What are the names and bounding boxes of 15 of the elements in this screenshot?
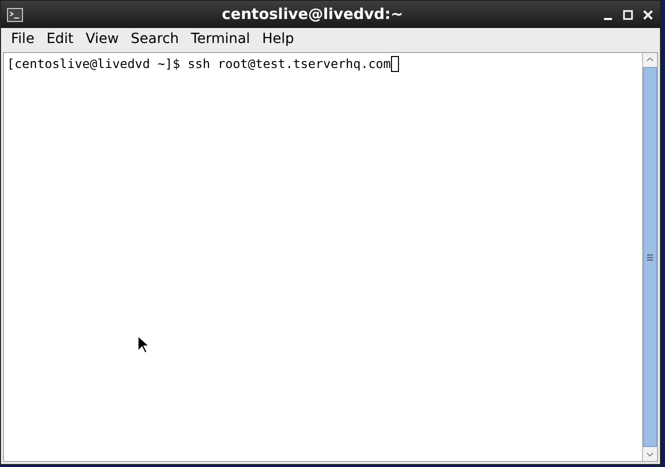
window-title: centoslive@livedvd:~ (220, 4, 404, 26)
command-line: [centoslive@livedvd ~]$ ssh root@test.tserverhq.com (7, 55, 391, 73)
text-cursor (390, 56, 399, 72)
grip-icon (647, 254, 653, 260)
menu-item[interactable]: View (80, 28, 125, 50)
menu-item[interactable]: Help (256, 28, 300, 50)
close-icon[interactable] (642, 8, 654, 20)
terminal-icon (7, 8, 23, 22)
maximize-icon[interactable] (622, 8, 634, 20)
menu-item[interactable]: Terminal (184, 28, 256, 50)
menu-item[interactable]: Edit (40, 28, 80, 50)
terminal-area[interactable]: [centoslive@livedvd ~]$ ssh root@test.tserverhq.com (3, 52, 658, 462)
menu-item[interactable]: File (5, 28, 40, 50)
menu-item[interactable]: Search (124, 28, 185, 50)
mouse-pointer-icon (137, 335, 149, 354)
